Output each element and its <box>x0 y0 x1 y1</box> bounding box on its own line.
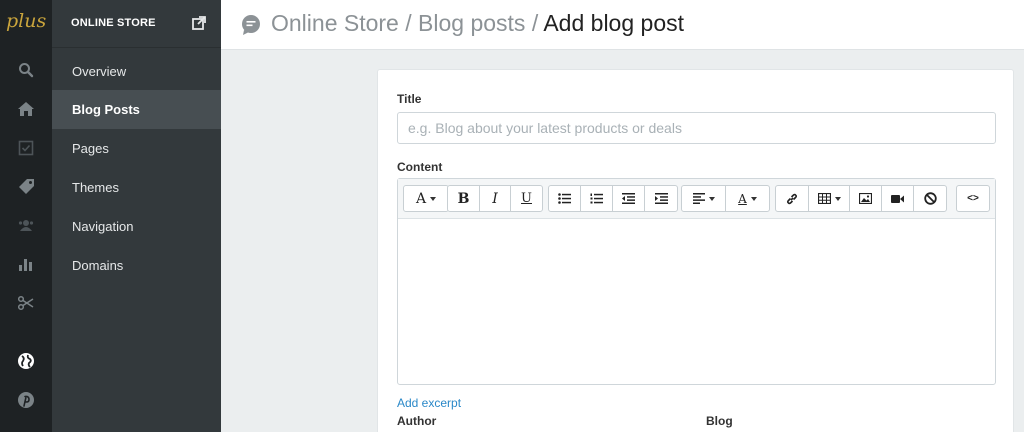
rich-text-editor: A B I U A <> <box>397 178 996 385</box>
italic-button[interactable]: I <box>480 186 511 211</box>
online-store-subnav: ONLINE STORE Overview Blog Posts Pages T… <box>52 0 221 432</box>
title-input[interactable] <box>397 112 996 144</box>
bold-button[interactable]: B <box>448 186 480 211</box>
list-group <box>548 185 678 212</box>
video-icon <box>891 194 904 203</box>
external-link-icon[interactable] <box>191 15 207 31</box>
page-title: Add blog post <box>543 10 685 36</box>
reports-icon[interactable] <box>13 251 39 277</box>
text-format-group: B I U <box>447 185 543 212</box>
numbered-list-icon <box>590 193 603 204</box>
sidebar-item-blog-posts[interactable]: Blog Posts <box>52 90 221 129</box>
outdent-icon <box>622 193 635 204</box>
customers-icon[interactable] <box>13 212 39 238</box>
plus-logo[interactable]: plus <box>6 10 46 32</box>
blog-label: Blog <box>706 414 733 428</box>
add-excerpt-link[interactable]: Add excerpt <box>397 396 461 410</box>
sidebar-item-domains[interactable]: Domains <box>52 246 221 285</box>
italic-glyph: I <box>492 190 498 207</box>
editor-toolbar: A B I U A <> <box>398 179 995 219</box>
link-icon <box>786 193 798 204</box>
content-editable-area[interactable] <box>398 219 995 384</box>
author-label: Author <box>397 414 437 428</box>
page-header: Online Store / Blog posts / Add blog pos… <box>221 0 1024 50</box>
code-group: <> <box>956 185 990 212</box>
discounts-icon[interactable] <box>13 290 39 316</box>
indent-button[interactable] <box>645 186 677 211</box>
indent-icon <box>654 193 668 204</box>
outdent-button[interactable] <box>613 186 645 211</box>
sidebar-item-overview[interactable]: Overview <box>52 52 221 91</box>
numbered-list-button[interactable] <box>581 186 613 211</box>
text-color-glyph: A <box>738 191 747 206</box>
blog-post-form-card: Title Content A B I U <box>377 69 1014 432</box>
underline-glyph: U <box>521 191 532 206</box>
subnav-title: ONLINE STORE <box>71 17 156 29</box>
underline-button[interactable]: U <box>511 186 542 211</box>
sidebar-item-pages[interactable]: Pages <box>52 129 221 168</box>
align-left-icon <box>692 193 705 204</box>
caret-down-icon <box>834 196 841 201</box>
code-view-button[interactable]: <> <box>957 186 989 211</box>
globe-icon[interactable] <box>13 348 39 374</box>
table-icon <box>817 193 831 204</box>
font-group: A <box>403 185 449 212</box>
sidebar-item-themes[interactable]: Themes <box>52 168 221 207</box>
breadcrumb-separator: / <box>525 10 544 36</box>
speech-bubble-icon <box>240 14 262 36</box>
video-button[interactable] <box>882 186 914 211</box>
breadcrumb-online-store[interactable]: Online Store <box>271 10 399 36</box>
tag-icon[interactable] <box>13 173 39 199</box>
text-color-button[interactable]: A <box>726 186 769 211</box>
home-icon[interactable] <box>13 96 39 122</box>
bullet-list-icon <box>558 193 571 204</box>
clear-formatting-button[interactable] <box>914 186 946 211</box>
font-style-button[interactable]: A <box>404 186 448 211</box>
insert-group <box>775 185 947 212</box>
content-label: Content <box>397 160 443 174</box>
table-button[interactable] <box>809 186 850 211</box>
icon-rail: plus <box>0 0 52 432</box>
caret-down-icon <box>708 196 715 201</box>
align-color-group: A <box>681 185 770 212</box>
breadcrumb-separator: / <box>398 10 419 36</box>
bold-glyph: B <box>457 190 470 207</box>
orders-icon[interactable] <box>13 135 39 161</box>
title-label: Title <box>397 92 422 106</box>
image-button[interactable] <box>850 186 882 211</box>
breadcrumb: Online Store / Blog posts / Add blog pos… <box>271 10 684 37</box>
pinterest-icon[interactable] <box>13 387 39 413</box>
font-style-glyph: A <box>415 190 427 207</box>
align-button[interactable] <box>682 186 726 211</box>
image-icon <box>859 193 872 204</box>
subnav-header: ONLINE STORE <box>52 0 221 48</box>
caret-down-icon <box>750 196 757 201</box>
caret-down-icon <box>430 196 437 201</box>
search-icon[interactable] <box>13 57 39 83</box>
clear-format-icon <box>923 192 937 205</box>
link-button[interactable] <box>776 186 809 211</box>
breadcrumb-blog-posts[interactable]: Blog posts <box>418 10 525 36</box>
bullet-list-button[interactable] <box>549 186 581 211</box>
sidebar-item-navigation[interactable]: Navigation <box>52 207 221 246</box>
